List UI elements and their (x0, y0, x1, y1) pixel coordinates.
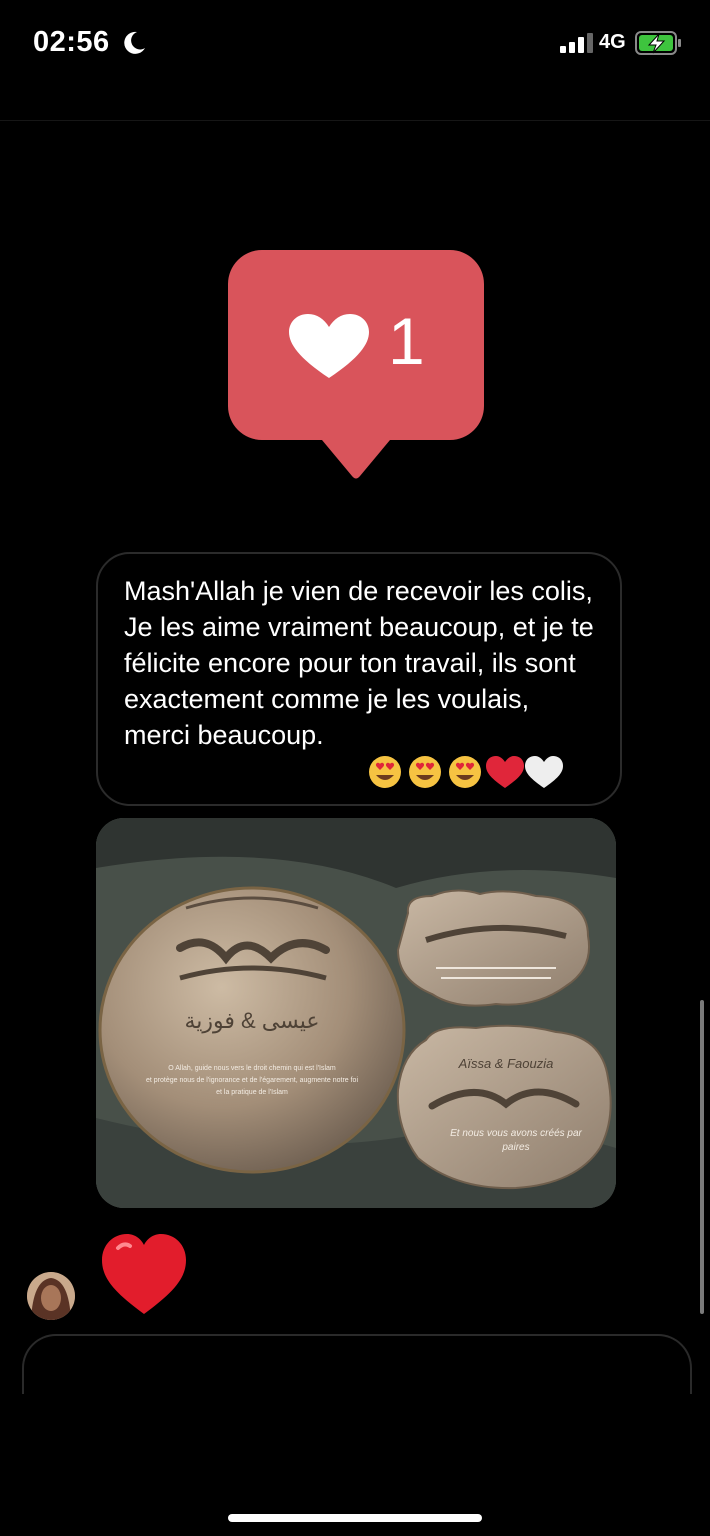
photo-attachment[interactable]: عيسى & فوزية O Allah, guide nous vers le… (96, 818, 616, 1208)
message-composer[interactable] (22, 1334, 692, 1394)
emoji-row (369, 756, 563, 788)
message-text: Mash'Allah je vien de recevoir les colis… (124, 576, 608, 750)
avatar[interactable] (27, 1272, 75, 1320)
header-divider (0, 120, 710, 121)
round-plaque-caption-2: et protège nous de l'ignorance et de l'é… (146, 1077, 358, 1084)
moon-icon (124, 31, 145, 54)
round-plaque-names: عيسى & فوزية (184, 1008, 319, 1033)
status-bar: 02:56 4G (0, 0, 710, 86)
red-heart-emoji[interactable] (100, 1232, 188, 1316)
status-time: 02:56 (33, 26, 110, 58)
heart-eyes-emoji (369, 756, 401, 788)
scrollbar[interactable] (700, 1000, 704, 1314)
like-count: 1 (388, 304, 425, 378)
message-bubble[interactable]: Mash'Allah je vien de recevoir les colis… (96, 552, 622, 806)
battery-charging-icon (635, 31, 681, 55)
heart-eyes-emoji (409, 756, 441, 788)
bottom-plaque-names: Aïssa & Faouzia (458, 1056, 554, 1071)
red-heart-emoji (486, 756, 524, 788)
home-indicator[interactable] (228, 1514, 482, 1522)
signal-icon (560, 33, 593, 53)
round-plaque-caption-1: O Allah, guide nous vers le droit chemin… (168, 1065, 336, 1072)
product-photo: عيسى & فوزية O Allah, guide nous vers le… (96, 818, 616, 1208)
heart-eyes-emoji (449, 756, 481, 788)
heart-icon (289, 314, 369, 378)
bottom-plaque-caption-2: paires (501, 1142, 529, 1153)
bottom-plaque-caption-1: Et nous vous avons créés par (450, 1128, 582, 1139)
avatar-image (27, 1272, 75, 1320)
network-type: 4G (599, 31, 626, 53)
white-heart-emoji (525, 756, 563, 788)
round-plaque-caption-3: et la pratique de l'Islam (216, 1089, 288, 1096)
